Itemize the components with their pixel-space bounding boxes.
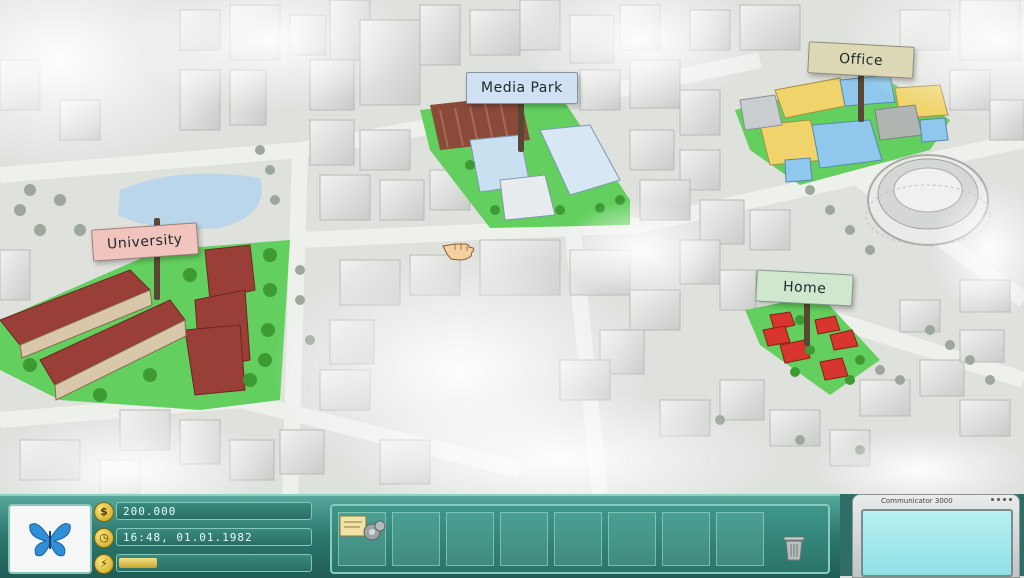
datetime-row: ◷ 16:48, 01.01.1982 xyxy=(94,528,316,548)
hud-frame: $ 200.000 ◷ 16:48, 01.01.1982 ⚡ xyxy=(0,494,840,578)
media-park-label: Media Park xyxy=(466,72,578,104)
menu-button[interactable] xyxy=(8,504,92,574)
energy-row: ⚡ xyxy=(94,554,316,574)
inventory-slot[interactable] xyxy=(500,512,548,566)
communicator-title: Communicator 3000 xyxy=(881,497,953,505)
datetime-value: 16:48, 01.01.1982 xyxy=(116,528,312,546)
speaker-dot xyxy=(1009,498,1012,501)
communicator-screen[interactable] xyxy=(861,509,1013,577)
inventory-panel[interactable] xyxy=(330,504,830,574)
energy-bar xyxy=(116,554,312,572)
trash-can-icon[interactable] xyxy=(782,534,806,562)
office-label: Office xyxy=(807,41,915,79)
speaker-dot xyxy=(997,498,1000,501)
butterfly-icon xyxy=(29,523,71,557)
dollar-coin-icon: $ xyxy=(94,502,114,522)
clock-icon: ◷ xyxy=(94,528,114,548)
inventory-slot[interactable] xyxy=(662,512,710,566)
inventory-slot[interactable] xyxy=(554,512,602,566)
inventory-slot[interactable] xyxy=(446,512,494,566)
inventory-slot[interactable] xyxy=(392,512,440,566)
energy-icon: ⚡ xyxy=(94,554,114,574)
money-row: $ 200.000 xyxy=(94,502,316,522)
inventory-slot[interactable] xyxy=(608,512,656,566)
inventory-slot[interactable] xyxy=(716,512,764,566)
communicator-panel: Communicator 3000 xyxy=(842,494,1024,578)
speaker-dot xyxy=(991,498,994,501)
home-label: Home xyxy=(755,269,855,307)
city-map[interactable]: University Media Park Office Home xyxy=(0,0,1024,494)
gears-document-icon[interactable] xyxy=(338,512,386,546)
communicator-device[interactable]: Communicator 3000 xyxy=(852,494,1020,578)
money-value: 200.000 xyxy=(116,502,312,520)
hud-bar: $ 200.000 ◷ 16:48, 01.01.1982 ⚡ Communic… xyxy=(0,494,1024,578)
energy-bar-fill xyxy=(119,558,157,568)
speaker-dot xyxy=(1003,498,1006,501)
